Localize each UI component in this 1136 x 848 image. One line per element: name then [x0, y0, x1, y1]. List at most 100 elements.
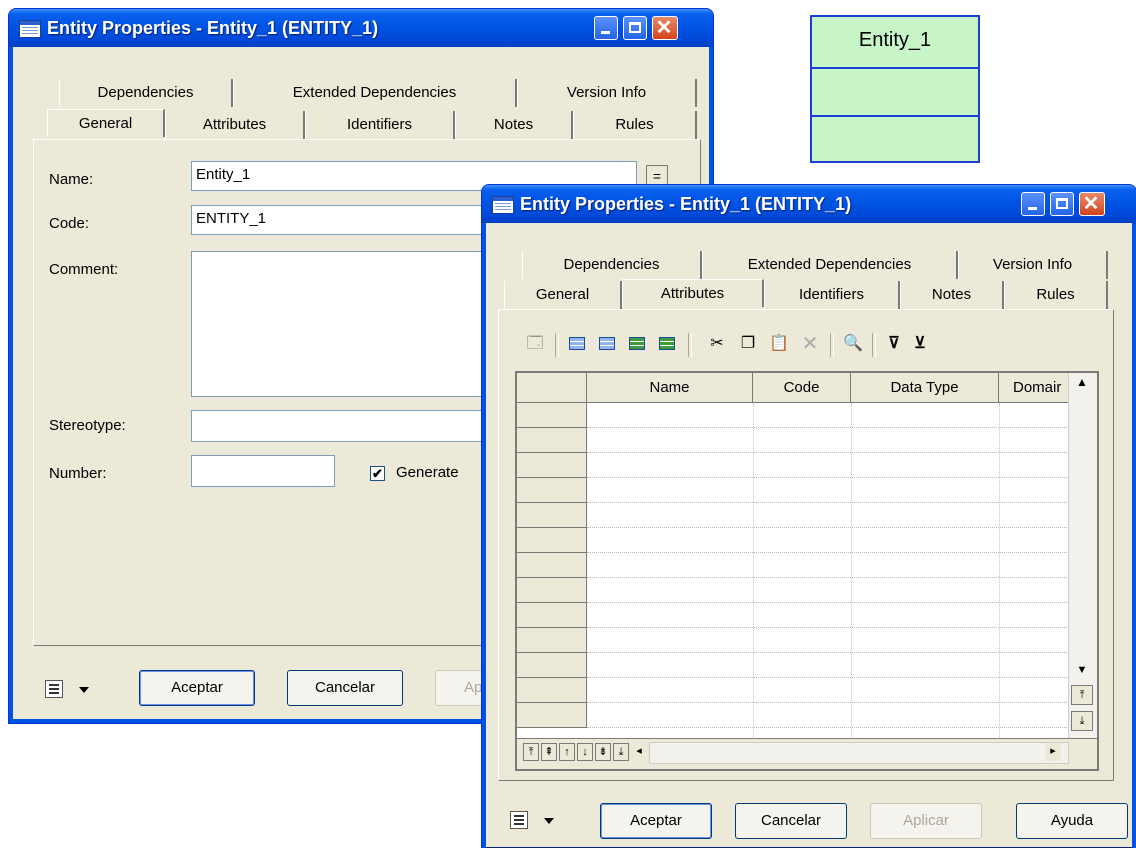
move-page-down-icon[interactable]: ⇟ — [595, 743, 611, 761]
row-header[interactable] — [517, 603, 587, 628]
row-header[interactable] — [517, 578, 587, 603]
maximize-button[interactable] — [623, 16, 647, 40]
generate-checkbox[interactable]: ✔ — [370, 466, 385, 481]
scroll-up-button[interactable]: ▲ — [1071, 373, 1093, 393]
number-input[interactable] — [191, 455, 335, 487]
accept-button[interactable]: Aceptar — [600, 803, 712, 839]
tab-extended-dependencies[interactable]: Extended Dependencies — [233, 79, 517, 107]
table-row[interactable] — [587, 552, 1067, 553]
close-button[interactable]: ✕ — [1079, 192, 1105, 216]
minimize-button[interactable] — [1021, 192, 1045, 216]
tab-rules[interactable]: Rules — [573, 111, 697, 139]
title-bar[interactable]: Entity Properties - Entity_1 (ENTITY_1) … — [9, 9, 713, 47]
row-header[interactable] — [517, 628, 587, 653]
scroll-left-button[interactable]: ◂ — [631, 743, 647, 761]
properties-icon[interactable]: 🗔 — [524, 333, 546, 355]
move-page-up-icon[interactable]: ⇞ — [541, 743, 557, 761]
toolbar-separator — [555, 333, 559, 357]
tab-general[interactable]: General — [47, 109, 165, 137]
column-header-data-type[interactable]: Data Type — [851, 373, 999, 403]
cut-icon[interactable]: ✂ — [706, 333, 728, 355]
paste-icon[interactable]: 📋 — [768, 333, 790, 355]
window-title: Entity Properties - Entity_1 (ENTITY_1) — [520, 194, 852, 214]
cancel-button[interactable]: Cancelar — [735, 803, 847, 839]
vertical-scrollbar[interactable]: ▲ ▼ ⤒ ⤓ — [1068, 373, 1097, 741]
table-row[interactable] — [587, 502, 1067, 503]
tab-general[interactable]: General — [504, 281, 622, 309]
title-bar[interactable]: Entity Properties - Entity_1 (ENTITY_1) … — [482, 185, 1136, 223]
table-row[interactable] — [587, 677, 1067, 678]
row-header[interactable] — [517, 653, 587, 678]
add-row-icon[interactable] — [567, 333, 589, 355]
scroll-down-button[interactable]: ▼ — [1071, 661, 1093, 681]
table-row[interactable] — [587, 527, 1067, 528]
row-header[interactable] — [517, 428, 587, 453]
move-down-icon[interactable]: ↓ — [577, 743, 593, 761]
reuse-attributes-icon[interactable] — [657, 333, 679, 355]
tab-dependencies[interactable]: Dependencies — [522, 251, 702, 279]
move-to-top-icon[interactable]: ⤒ — [523, 743, 539, 761]
attributes-grid[interactable]: Name Code Data Type Domair ▲ ▼ ⤒ ⤓ ⤒ ⇞ ↑… — [515, 371, 1099, 771]
close-button[interactable]: ✕ — [652, 16, 678, 40]
row-header[interactable] — [517, 503, 587, 528]
tab-notes[interactable]: Notes — [455, 111, 573, 139]
move-to-bottom-icon[interactable]: ⤓ — [613, 743, 629, 761]
table-row[interactable] — [587, 702, 1067, 703]
copy-icon[interactable]: ❐ — [737, 333, 759, 355]
row-header[interactable] — [517, 553, 587, 578]
tab-rules[interactable]: Rules — [1004, 281, 1108, 309]
filter-icon[interactable]: ⊻ — [909, 333, 931, 355]
help-button[interactable]: Ayuda — [1016, 803, 1128, 839]
properties-menu-icon[interactable] — [510, 811, 528, 829]
find-icon[interactable]: 🔍 — [842, 333, 864, 355]
customize-columns-icon[interactable]: ⊽ — [883, 333, 905, 355]
table-row[interactable] — [587, 577, 1067, 578]
column-header-name[interactable]: Name — [587, 373, 753, 403]
row-header[interactable] — [517, 453, 587, 478]
properties-menu-icon[interactable] — [45, 680, 63, 698]
tab-attributes[interactable]: Attributes — [165, 111, 305, 139]
table-row[interactable] — [587, 652, 1067, 653]
tab-attributes[interactable]: Attributes — [622, 279, 764, 307]
minimize-button[interactable] — [594, 16, 618, 40]
table-row[interactable] — [587, 427, 1067, 428]
tab-extended-dependencies[interactable]: Extended Dependencies — [702, 251, 958, 279]
table-row[interactable] — [587, 602, 1067, 603]
tab-version-info[interactable]: Version Info — [517, 79, 697, 107]
table-row[interactable] — [587, 627, 1067, 628]
column-header-domain[interactable]: Domair — [999, 373, 1069, 403]
tab-identifiers[interactable]: Identifiers — [305, 111, 455, 139]
row-header[interactable] — [517, 478, 587, 503]
scroll-to-top-button[interactable]: ⤒ — [1071, 685, 1093, 705]
column-header-code[interactable]: Code — [753, 373, 851, 403]
cancel-button[interactable]: Cancelar — [287, 670, 403, 706]
horizontal-scrollbar[interactable] — [649, 742, 1069, 764]
tab-notes[interactable]: Notes — [900, 281, 1004, 309]
comment-textarea[interactable] — [191, 251, 511, 397]
tab-dependencies[interactable]: Dependencies — [59, 79, 233, 107]
delete-icon[interactable]: ✕ — [799, 333, 821, 355]
tab-version-info[interactable]: Version Info — [958, 251, 1108, 279]
table-row[interactable] — [587, 727, 1067, 728]
add-attributes-icon[interactable] — [627, 333, 649, 355]
table-row[interactable] — [587, 477, 1067, 478]
code-input[interactable]: ENTITY_1 — [191, 205, 511, 235]
scroll-to-bottom-button[interactable]: ⤓ — [1071, 711, 1093, 731]
chevron-down-icon[interactable] — [79, 687, 89, 693]
chevron-down-icon[interactable] — [544, 818, 554, 824]
table-row[interactable] — [587, 452, 1067, 453]
row-header[interactable] — [517, 528, 587, 553]
stereotype-combo[interactable] — [191, 410, 511, 442]
scroll-right-button[interactable]: ▸ — [1045, 743, 1061, 761]
apply-button[interactable]: Aplicar — [870, 803, 982, 839]
row-header[interactable] — [517, 678, 587, 703]
tab-identifiers[interactable]: Identifiers — [764, 281, 900, 309]
entity-symbol[interactable]: Entity_1 — [810, 15, 980, 163]
maximize-button[interactable] — [1050, 192, 1074, 216]
row-header[interactable] — [517, 703, 587, 728]
insert-row-icon[interactable] — [597, 333, 619, 355]
row-header[interactable] — [517, 403, 587, 428]
move-up-icon[interactable]: ↑ — [559, 743, 575, 761]
accept-button[interactable]: Aceptar — [139, 670, 255, 706]
stereotype-label: Stereotype: — [49, 417, 126, 434]
